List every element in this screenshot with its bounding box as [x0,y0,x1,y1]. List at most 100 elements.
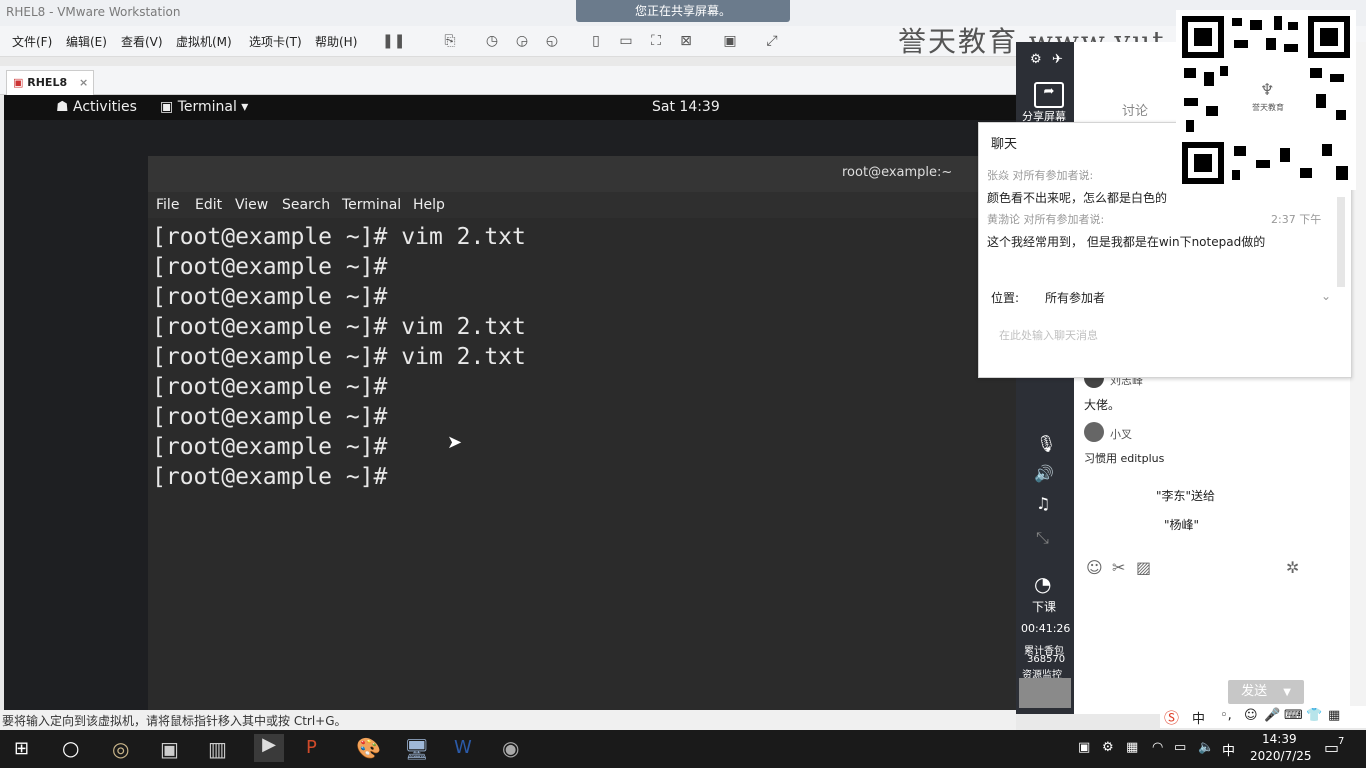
menu-view[interactable]: 查看(V) [121,33,163,50]
windows-taskbar: ⊞ ○ ◎ ▣ ▥ ▶ P 🎨 🖥 W ◉ ▣ ⚙ ▦ ◠ ▭ 🔈 中 14:3… [0,730,1366,768]
terminal-menu-view[interactable]: View [235,197,268,213]
wifi-icon[interactable]: ◠ [1152,740,1163,755]
gear-icon[interactable]: ✲ [1286,558,1299,577]
terminal-line: [root@example ~]# vim 2.txt [152,224,526,250]
terminal-line: [root@example ~]# [152,254,388,280]
message-text: 大佬。 [1084,398,1121,412]
chat-input[interactable]: 在此处输入聊天消息 [987,321,1343,351]
terminal-icon: ▣ [160,99,174,115]
status-text: 要将输入定向到该虚拟机，请将鼠标指针移入其中或按 Ctrl+G。 [2,714,347,728]
tray-app-icon[interactable]: ▣ [1078,740,1090,755]
terminal-line[interactable]: [root@example ~]# [152,464,387,490]
message-text: 颜色看不出来呢，怎么都是白色的 [987,191,1168,205]
vm-icon: ▣ [13,76,24,89]
image-icon[interactable]: ▨ [1136,558,1151,577]
send-ctrl-alt-del-icon[interactable]: ⎘ [440,32,460,50]
scissors-icon[interactable]: ✂ [1112,558,1125,577]
window-title: RHEL8 - VMware Workstation [6,5,181,19]
snapshot-icon[interactable]: ◷ [482,32,502,50]
apps-icon[interactable]: ▦ [1328,708,1340,723]
logo-icon: ♆ [1260,80,1275,99]
recipient-select[interactable]: 所有参加者 ⌄ [1045,289,1331,306]
menu-tabs[interactable]: 选项卡(T) [249,33,302,50]
ime-mode[interactable]: 中 [1192,708,1205,727]
vmware-icon[interactable]: ▣ [160,737,179,761]
notification-icon[interactable]: ▭ [1324,738,1339,757]
airplane-icon[interactable]: ✈ [1052,52,1063,67]
snapshot-manager-icon[interactable]: ◵ [542,32,562,50]
word-icon[interactable]: W [454,737,472,758]
gift-recipient: "杨峰" [1164,518,1200,532]
menu-file[interactable]: 文件(F) [12,33,52,50]
terminal-menu-edit[interactable]: Edit [195,197,222,213]
menu-vm[interactable]: 虚拟机(M) [176,33,232,50]
snail-app-icon[interactable]: ◎ [112,737,129,761]
end-class-icon[interactable]: ◔ [1034,572,1051,596]
tray-gpu-icon[interactable]: ▦ [1126,740,1138,755]
terminal-line: [root@example ~]# vim 2.txt [152,344,526,370]
send-button[interactable]: 发送 ▼ [1228,680,1304,704]
shirt-icon[interactable]: 👕 [1306,708,1322,723]
punctuation-icon[interactable]: ◦, [1220,708,1232,723]
powerpoint-icon[interactable]: P [306,737,317,758]
disc-icon[interactable]: ◉ [502,736,519,760]
sogou-icon[interactable]: Ⓢ [1164,707,1179,728]
tab-discussion[interactable]: 讨论 [1122,100,1148,119]
tab-rhel8[interactable]: ▣ RHEL8 × [6,70,94,95]
tray-settings-icon[interactable]: ⚙ [1102,740,1114,755]
taskbar-lang[interactable]: 中 [1222,740,1235,759]
emoji-icon[interactable]: ☺ [1086,558,1103,577]
clock[interactable]: Sat 14:39 [652,99,720,115]
fit-guest-icon[interactable]: ⛶ [646,32,666,50]
close-icon[interactable]: × [79,76,88,89]
tab-label: RHEL8 [27,76,68,89]
qr-code: 誉天教育 ♆ [1176,10,1356,190]
paint-icon[interactable]: 🎨 [356,736,381,760]
terminal-line: [root@example ~]# vim 2.txt [152,314,526,340]
share-screen-icon[interactable]: ➦ [1034,82,1064,108]
terminal-app-menu[interactable]: ▣ Terminal ▾ [160,99,248,115]
emoji-icon[interactable]: ☺ [1244,708,1258,723]
terminal-menu-terminal[interactable]: Terminal [342,197,401,213]
message-text: 习惯用 editplus [1084,452,1165,465]
settings-icon[interactable]: ⚙ [1030,52,1042,67]
gift-notice: "李东"送给 [1156,489,1216,503]
search-icon[interactable]: ○ [62,736,79,760]
menu-edit[interactable]: 编辑(E) [66,33,107,50]
terminal-title: root@example:~ [842,165,953,180]
taskbar-date[interactable]: 2020/7/25 [1250,749,1312,763]
music-icon[interactable]: ♫ [1036,494,1050,513]
fedora-hat-icon: ☗ [56,99,69,115]
microphone-icon[interactable]: 🎙 [1036,434,1056,453]
taskbar-time[interactable]: 14:39 [1262,732,1297,746]
terminal-menu-search[interactable]: Search [282,197,330,213]
pause-icon[interactable]: ❚❚ [382,32,405,50]
volume-icon[interactable]: 🔈 [1198,740,1214,755]
video-app-icon[interactable]: ▶ [254,734,284,762]
fullscreen-icon[interactable]: ⤢ [762,32,782,50]
avatar [1084,422,1104,442]
computer-icon[interactable]: 🖥 [404,737,429,761]
terminal-menu-file[interactable]: File [156,197,179,213]
battery-icon[interactable]: ▭ [1174,740,1186,755]
expand-icon[interactable]: ⤡ [1036,528,1049,548]
unity-icon[interactable]: ⊠ [676,32,696,50]
thumbnail-icon[interactable]: ▭ [616,32,636,50]
revert-snapshot-icon[interactable]: ◶ [512,32,532,50]
microphone-icon[interactable]: 🎤 [1264,708,1280,723]
terminal-menu-help[interactable]: Help [413,197,445,213]
console-icon[interactable]: ▣ [720,32,740,50]
terminal-line: [root@example ~]# [152,404,388,430]
keyboard-icon[interactable]: ⌨ [1284,708,1303,723]
resource-graph [1019,678,1071,708]
chat-popup-scrollbar[interactable] [1337,197,1345,287]
sidebar-toggle-icon[interactable]: ▯ [586,32,606,50]
speaker-icon[interactable]: 🔊 [1034,464,1054,483]
archive-icon[interactable]: ▥ [208,737,227,761]
menu-help[interactable]: 帮助(H) [315,33,357,50]
windows-start-icon[interactable]: ⊞ [14,738,29,759]
end-class-label[interactable]: 下课 [1032,598,1056,615]
chevron-down-icon[interactable]: ▼ [1283,687,1291,698]
message-meta: 黄渤论 对所有参加者说: [987,213,1105,226]
activities-button[interactable]: ☗ Activities [56,99,137,115]
